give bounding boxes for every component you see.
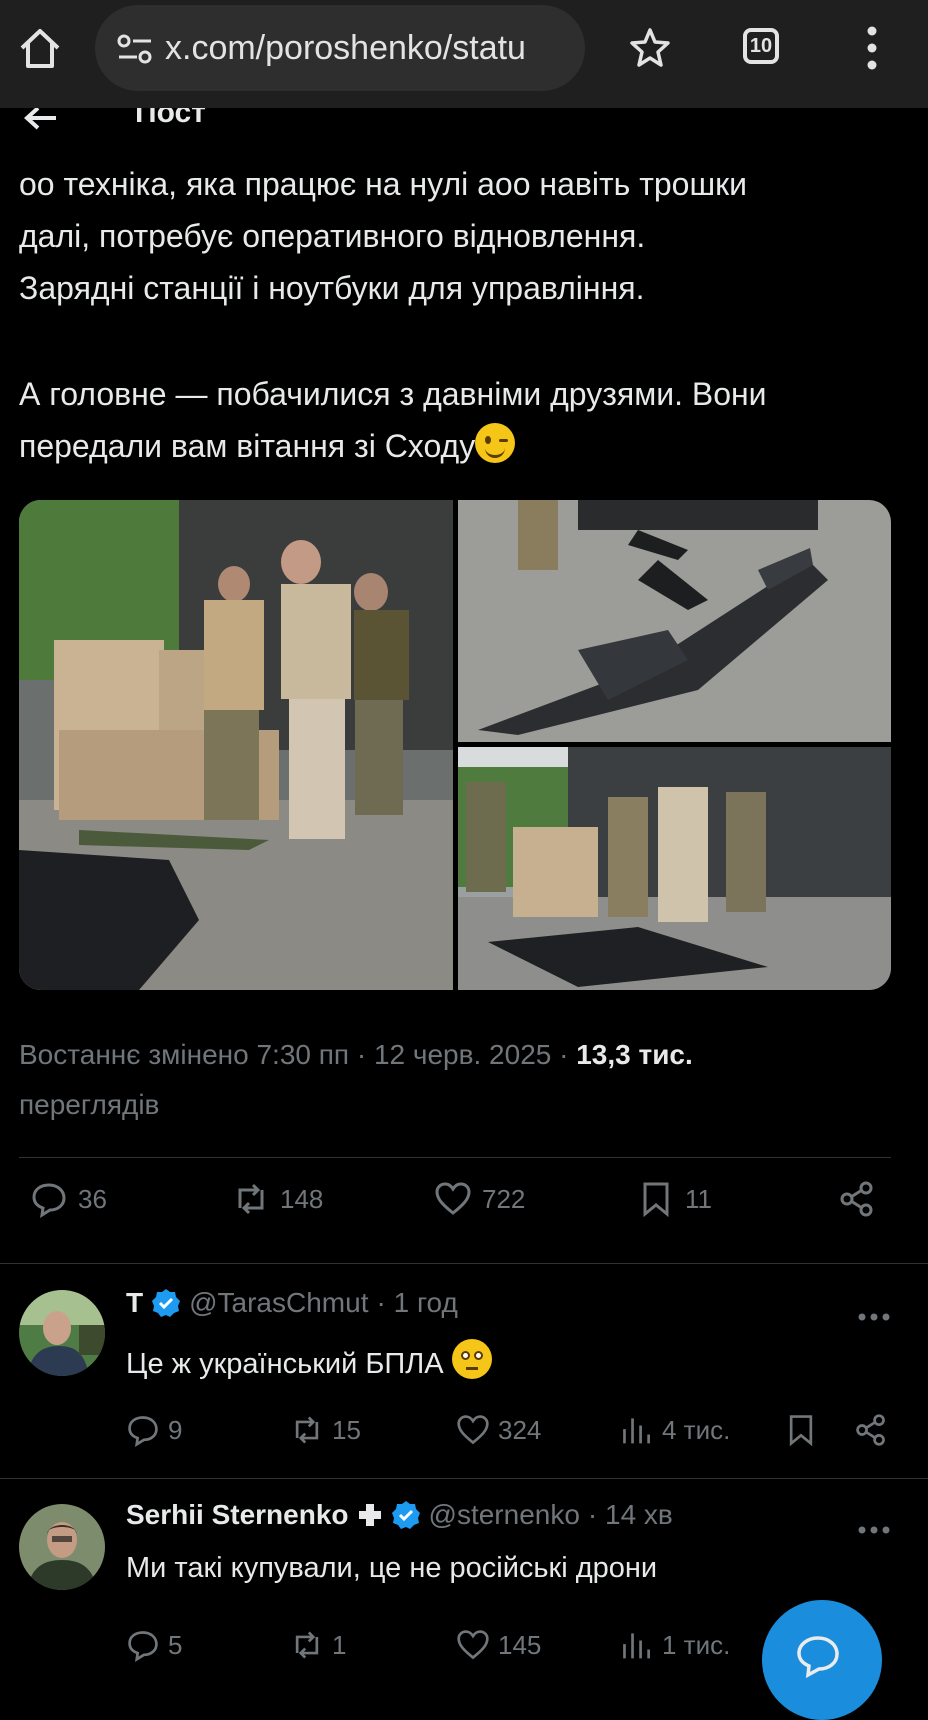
like-button[interactable]: 145 xyxy=(456,1628,541,1662)
medical-cross-icon xyxy=(358,1504,381,1526)
share-button[interactable] xyxy=(838,1180,876,1218)
reply-button[interactable]: 36 xyxy=(30,1180,107,1218)
address-bar[interactable]: x.com/poroshenko/statu xyxy=(95,5,585,91)
like-button[interactable]: 722 xyxy=(434,1180,525,1218)
share-icon xyxy=(856,1414,885,1446)
reply-icon xyxy=(32,1183,66,1218)
heart-icon xyxy=(457,1630,489,1660)
compose-reply-fab[interactable] xyxy=(762,1600,882,1720)
reply-button[interactable]: 5 xyxy=(126,1628,182,1662)
repost-count: 148 xyxy=(280,1183,324,1214)
more-options-icon[interactable] xyxy=(857,1525,891,1535)
views-count: 13,3 тис. xyxy=(576,1039,693,1070)
verified-badge-icon xyxy=(152,1289,181,1317)
post-header: Пост xyxy=(0,108,928,138)
photo-fixed-wing-drone[interactable] xyxy=(458,500,891,742)
post-meta: Востаннє змінено 7:30 пп · 12 черв. 2025… xyxy=(19,1030,899,1130)
bookmark-icon xyxy=(643,1182,669,1218)
heart-icon xyxy=(457,1415,489,1445)
site-settings-icon[interactable] xyxy=(115,32,155,66)
post-action-bar: 36 148 722 11 xyxy=(0,1180,928,1240)
reply-count: 9 xyxy=(168,1414,183,1445)
views-count: 1 тис. xyxy=(662,1629,731,1660)
like-count: 324 xyxy=(498,1414,542,1445)
share-button[interactable] xyxy=(854,1413,888,1447)
photo-soldiers-with-drone-boxes[interactable] xyxy=(19,500,453,990)
more-options-icon[interactable] xyxy=(857,1312,891,1322)
like-count: 145 xyxy=(498,1629,542,1660)
reply-text-line: Це ж український БПЛА xyxy=(126,1339,492,1381)
post-text-line: Зарядні станції і ноутбуки для управлінн… xyxy=(19,270,645,306)
bookmark-count: 11 xyxy=(685,1183,712,1214)
reply-author-line: T @TarasChmut · 1 год xyxy=(126,1287,458,1319)
reply-item[interactable]: T @TarasChmut · 1 год Це ж український Б… xyxy=(0,1263,928,1478)
author-name[interactable]: Serhii Sternenko xyxy=(126,1499,349,1531)
views-button[interactable]: 4 тис. xyxy=(620,1413,730,1447)
analytics-icon xyxy=(623,1418,650,1444)
home-icon[interactable] xyxy=(16,24,64,72)
views-button[interactable]: 1 тис. xyxy=(620,1628,730,1662)
repost-count: 15 xyxy=(332,1414,361,1445)
tab-count: 10 xyxy=(749,34,773,57)
browser-toolbar: x.com/poroshenko/statu 10 xyxy=(0,0,928,108)
divider xyxy=(19,1157,891,1158)
repost-button[interactable]: 148 xyxy=(232,1180,323,1218)
eye-roll-emoji-icon xyxy=(451,1339,492,1379)
repost-icon xyxy=(295,1631,319,1659)
post-text-line: А головне — побачилися з давніми друзями… xyxy=(19,376,767,412)
like-count: 722 xyxy=(482,1183,526,1214)
reply-icon xyxy=(128,1631,158,1662)
reply-button[interactable]: 9 xyxy=(126,1413,182,1447)
reply-time: · 1 год xyxy=(376,1287,458,1318)
url-text[interactable]: x.com/poroshenko/statu xyxy=(165,29,526,68)
avatar[interactable] xyxy=(19,1290,105,1376)
repost-icon xyxy=(295,1416,319,1444)
repost-button[interactable]: 1 xyxy=(290,1628,346,1662)
author-handle[interactable]: @TarasChmut xyxy=(189,1287,368,1319)
post-timestamp[interactable]: Востаннє змінено 7:30 пп · 12 черв. 2025… xyxy=(19,1039,576,1070)
views-label: переглядів xyxy=(19,1089,160,1120)
page-title: Пост xyxy=(135,108,206,129)
reply-icon xyxy=(128,1416,158,1447)
reply-text: Це ж український БПЛА xyxy=(126,1348,444,1380)
reply-count: 36 xyxy=(78,1183,107,1214)
avatar[interactable] xyxy=(19,1504,105,1590)
more-vert-icon[interactable] xyxy=(862,25,882,71)
bookmark-icon xyxy=(789,1415,813,1447)
post-text-line-last: передали вам вітання зі Сходу xyxy=(19,420,516,472)
post-text-line: оо техніка, яка працює на нулі аоо навіт… xyxy=(19,166,747,202)
bookmark-button[interactable] xyxy=(784,1413,818,1447)
tab-switcher-button[interactable]: 10 xyxy=(743,28,779,64)
winking-face-emoji-icon xyxy=(475,423,516,463)
like-button[interactable]: 324 xyxy=(456,1413,541,1447)
repost-button[interactable]: 15 xyxy=(290,1413,361,1447)
views-count: 4 тис. xyxy=(662,1414,731,1445)
bookmark-button[interactable]: 11 xyxy=(637,1180,712,1218)
repost-icon xyxy=(238,1183,264,1215)
post-text-line: далі, потребує оперативного відновлення. xyxy=(19,218,646,254)
reply-bubble-icon xyxy=(797,1636,839,1679)
verified-badge-icon xyxy=(391,1501,420,1529)
reply-time: · 14 хв xyxy=(587,1499,673,1530)
author-handle[interactable]: @sternenko xyxy=(429,1499,580,1531)
heart-icon xyxy=(435,1182,471,1215)
photo-group-near-tent[interactable] xyxy=(458,747,891,990)
reply-text: Ми такі купували, це не російські дрони xyxy=(126,1552,658,1584)
reply-author-line: Serhii Sternenko @sternenko · 14 хв xyxy=(126,1499,673,1531)
back-arrow-icon[interactable] xyxy=(20,108,60,136)
analytics-icon xyxy=(623,1633,650,1659)
repost-count: 1 xyxy=(332,1629,347,1660)
photo-grid xyxy=(19,500,891,990)
post-text-line: передали вам вітання зі Сходу xyxy=(19,428,476,464)
bookmark-star-icon[interactable] xyxy=(628,26,672,70)
author-name[interactable]: T xyxy=(126,1287,143,1319)
share-icon xyxy=(840,1181,873,1217)
reply-count: 5 xyxy=(168,1629,183,1660)
